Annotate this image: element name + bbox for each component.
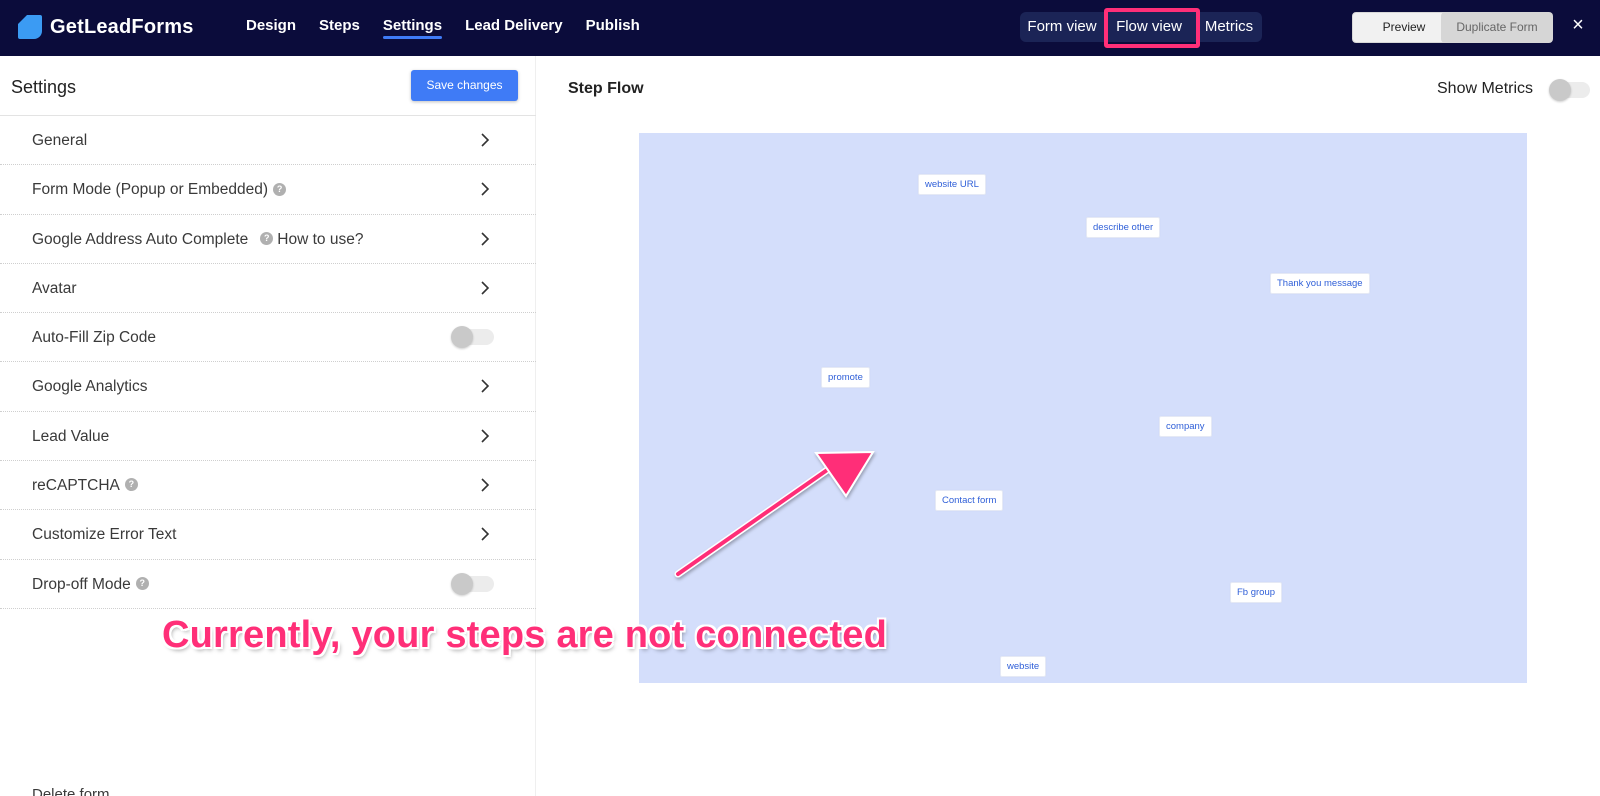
help-icon[interactable]: ? [135, 577, 149, 591]
flow-view-button[interactable]: Flow view [1102, 12, 1196, 42]
duplicate-form-button[interactable]: Duplicate Form [1441, 12, 1553, 43]
settings-row-google-analytics[interactable]: Google Analytics [0, 362, 536, 412]
settings-row-general[interactable]: General [0, 116, 536, 166]
settings-row-label: reCAPTCHA? [32, 461, 138, 510]
step-flow-title: Step Flow [568, 80, 644, 97]
help-icon[interactable]: ? [273, 182, 287, 196]
settings-row-drop-off-mode: Drop-off Mode? [0, 560, 536, 609]
main-nav: Design Steps Settings Lead Delivery Publ… [246, 0, 663, 56]
settings-row-customize-error-text[interactable]: Customize Error Text [0, 510, 536, 560]
settings-row-avatar[interactable]: Avatar [0, 264, 536, 314]
flow-node-promote[interactable]: promote [821, 367, 870, 388]
how-to-use-link[interactable]: How to use? [277, 231, 363, 248]
flow-canvas[interactable]: website URL describe other Thank you mes… [639, 133, 1527, 683]
settings-row-label: Google Analytics [32, 378, 148, 396]
chevron-right-icon [481, 133, 490, 147]
settings-title: Settings [11, 77, 77, 97]
top-navigation-bar: GetLeadForms Design Steps Settings Lead … [0, 0, 1600, 56]
settings-row-label: Lead Value [32, 427, 110, 445]
flow-node-contact-form[interactable]: Contact form [935, 490, 1004, 511]
help-icon[interactable]: ? [124, 478, 138, 492]
save-changes-button[interactable]: Save changes [411, 70, 518, 101]
drop-off-mode-toggle[interactable] [451, 572, 494, 595]
nav-publish[interactable]: Publish [586, 0, 640, 56]
settings-panel: Settings Save changes General Form Mode … [0, 56, 536, 796]
settings-list: General Form Mode (Popup or Embedded)? G… [0, 115, 536, 609]
settings-row-auto-fill-zip: Auto-Fill Zip Code [0, 313, 536, 363]
flow-node-describe-other[interactable]: describe other [1086, 217, 1161, 238]
annotation-text: Currently, your steps are not connected [162, 614, 888, 656]
help-icon[interactable]: ? [260, 232, 274, 245]
flow-node-fb-group[interactable]: Fb group [1230, 582, 1283, 603]
view-switcher: Form view Flow view Metrics [1020, 12, 1262, 42]
chevron-right-icon [481, 379, 490, 394]
logo[interactable]: GetLeadForms [18, 13, 194, 41]
settings-row-form-mode[interactable]: Form Mode (Popup or Embedded)? [0, 165, 536, 215]
nav-steps[interactable]: Steps [319, 0, 360, 56]
flow-node-thank-you-message[interactable]: Thank you message [1270, 273, 1370, 294]
close-icon[interactable]: × [1566, 14, 1590, 38]
show-metrics-label: Show Metrics [1437, 80, 1534, 97]
form-view-button[interactable]: Form view [1024, 12, 1100, 42]
chevron-right-icon [481, 527, 490, 541]
show-metrics-toggle[interactable] [1549, 79, 1590, 101]
settings-row-label: Form Mode (Popup or Embedded)? [32, 165, 287, 214]
flow-node-company[interactable]: company [1159, 416, 1212, 437]
settings-row-google-address[interactable]: Google Address Auto Complete? How to use? [0, 215, 536, 264]
brand-name: GetLeadForms [50, 15, 194, 38]
auto-fill-zip-toggle[interactable] [451, 326, 494, 349]
flow-node-website-url[interactable]: website URL [918, 174, 986, 195]
settings-row-label: Google Address Auto Complete? How to use? [32, 230, 364, 248]
toggle-knob [451, 326, 473, 349]
toggle-knob [1549, 79, 1571, 101]
logo-icon [18, 15, 42, 39]
chevron-right-icon [481, 429, 490, 443]
settings-row-label: Auto-Fill Zip Code [32, 329, 157, 347]
chevron-right-icon [481, 232, 490, 246]
chevron-right-icon [481, 182, 490, 196]
nav-settings[interactable]: Settings [382, 0, 443, 56]
delete-form-link[interactable]: Delete form [32, 786, 110, 796]
nav-lead-delivery[interactable]: Lead Delivery [465, 0, 563, 56]
metrics-view-button[interactable]: Metrics [1200, 12, 1258, 42]
toggle-knob [451, 572, 473, 595]
settings-row-label: Drop-off Mode? [32, 560, 149, 609]
settings-row-label: General [32, 132, 88, 149]
annotation-arrow-icon [674, 450, 875, 578]
settings-row-label: Customize Error Text [32, 526, 177, 544]
chevron-right-icon [481, 478, 490, 492]
settings-row-recaptcha[interactable]: reCAPTCHA? [0, 461, 536, 511]
nav-design[interactable]: Design [246, 0, 296, 56]
settings-row-label: Avatar [32, 279, 77, 297]
chevron-right-icon [481, 281, 490, 295]
flow-node-website[interactable]: website [1000, 656, 1047, 677]
settings-row-lead-value[interactable]: Lead Value [0, 412, 536, 462]
